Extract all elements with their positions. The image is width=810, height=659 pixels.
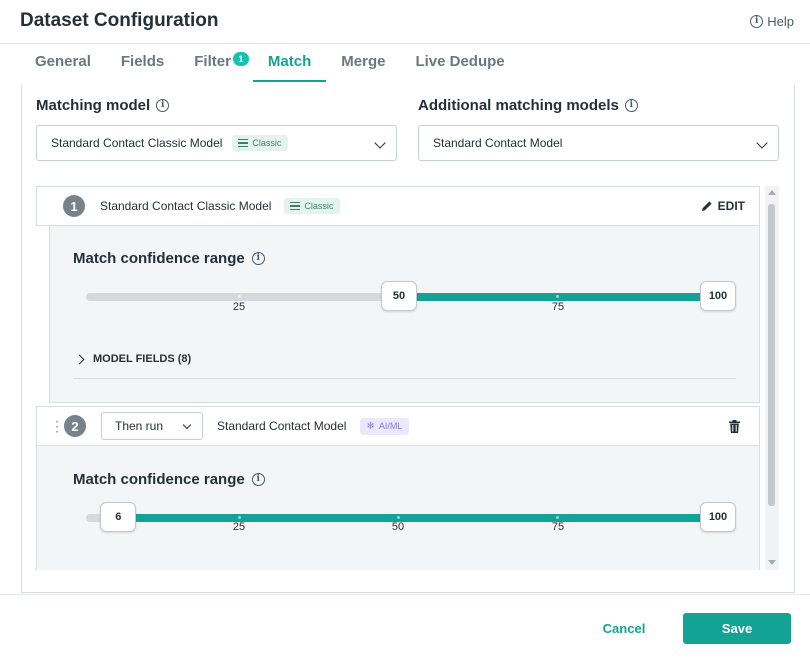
dialog-header: Dataset Configuration i Help (0, 0, 810, 44)
save-button[interactable]: Save (683, 613, 791, 644)
filter-count-badge: 1 (232, 52, 249, 66)
card-1-range-max-handle[interactable]: 100 (700, 281, 736, 311)
scroll-up-arrow-icon[interactable] (768, 190, 776, 195)
matching-model-select[interactable]: Standard Contact Classic Model Classic (36, 125, 397, 161)
additional-models-info-icon[interactable]: i (624, 99, 638, 112)
card-2-confidence-label: Match confidence range i (73, 471, 265, 488)
tab-merge[interactable]: Merge (326, 44, 400, 82)
card-2-range-fill (118, 514, 718, 522)
matching-model-value: Standard Contact Classic Model (51, 136, 223, 150)
card-1-model-name: Standard Contact Classic Model (100, 199, 272, 213)
card-2-tick-label: 50 (391, 521, 405, 533)
scroll-down-arrow-icon[interactable] (768, 560, 776, 565)
help-link[interactable]: i Help (750, 14, 794, 29)
snowflake-icon: ❄ (366, 420, 375, 432)
pencil-icon (701, 201, 712, 211)
card-1-tick-label: 25 (232, 301, 246, 313)
model-fields-toggle[interactable]: MODEL FIELDS (8) (74, 353, 191, 365)
matching-model-label: Matching model i (36, 97, 170, 114)
chevron-down-icon (756, 137, 768, 149)
matching-model-info-icon[interactable]: i (156, 99, 170, 112)
tab-fields[interactable]: Fields (106, 44, 179, 82)
chevron-down-icon (182, 420, 192, 430)
tab-match[interactable]: Match (252, 44, 327, 82)
cancel-button[interactable]: Cancel (590, 613, 658, 643)
card-2-tick-label: 75 (551, 521, 565, 533)
step-number-1: 1 (63, 195, 85, 217)
help-label: Help (767, 14, 794, 29)
additional-models-select[interactable]: Standard Contact Model (418, 125, 779, 161)
tab-general[interactable]: General (20, 44, 106, 82)
card-1-range-min-handle[interactable]: 50 (381, 281, 417, 311)
divider (73, 378, 736, 379)
step-number-2: 2 (64, 415, 86, 437)
sliders-icon (238, 139, 249, 147)
scrollbar-thumb[interactable] (768, 204, 775, 506)
chevron-down-icon (374, 137, 386, 149)
then-run-select[interactable]: Then run (101, 412, 203, 440)
dataset-configuration-dialog: Dataset Configuration i Help General Fie… (0, 0, 810, 659)
card-2-range-min-handle[interactable]: 6 (100, 502, 137, 532)
model-card-1-header: 1 Standard Contact Classic Model Classic… (36, 186, 760, 226)
card-2-tick-label: 25 (232, 521, 246, 533)
classic-badge: Classic (284, 198, 341, 214)
edit-button[interactable]: EDIT (701, 199, 745, 213)
model-card-2-header: ⋮ 2 Then run Standard Contact Model ❄ AI… (36, 406, 760, 446)
classic-badge: Classic (232, 135, 289, 151)
card-1-confidence-label: Match confidence range i (73, 250, 265, 267)
drag-handle-icon[interactable]: ⋮ (50, 419, 64, 433)
confidence-info-icon[interactable]: i (251, 473, 265, 486)
cards-scrollbar[interactable] (765, 186, 779, 570)
card-2-model-name: Standard Contact Model (217, 419, 347, 433)
tab-live-dedupe[interactable]: Live Dedupe (400, 44, 519, 82)
model-card-2-body (36, 446, 760, 570)
card-1-tick-label: 75 (551, 301, 565, 313)
tab-bar: General Fields Filter 1 Match Merge Live… (20, 44, 520, 82)
trash-icon[interactable] (729, 420, 740, 438)
dialog-footer: Cancel Save (0, 594, 810, 659)
help-info-icon: i (750, 15, 764, 28)
additional-models-value: Standard Contact Model (433, 136, 563, 150)
sliders-icon (290, 202, 301, 210)
dialog-title: Dataset Configuration (20, 10, 219, 31)
tab-filter[interactable]: Filter 1 (179, 44, 253, 82)
card-2-range-max-handle[interactable]: 100 (700, 502, 736, 532)
confidence-info-icon[interactable]: i (251, 252, 265, 265)
additional-models-label: Additional matching models i (418, 97, 638, 114)
aiml-badge: ❄ AI/ML (360, 417, 410, 435)
chevron-right-icon (74, 354, 85, 364)
